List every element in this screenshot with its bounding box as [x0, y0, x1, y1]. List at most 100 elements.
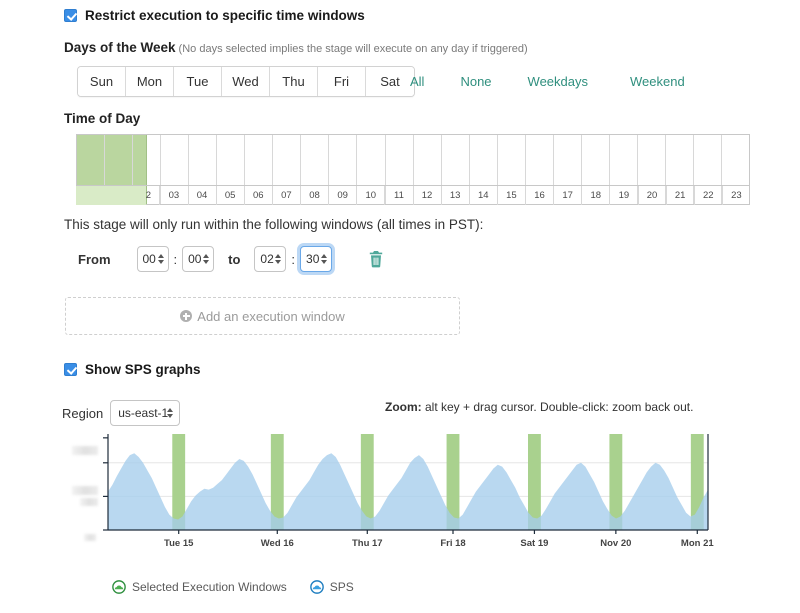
y-tick-label-2: [72, 486, 98, 495]
hour-cell-19[interactable]: [610, 135, 638, 204]
from-minute-value: 00: [188, 252, 201, 266]
y-tick-label-3: [80, 498, 98, 506]
hour-cell-23[interactable]: [722, 135, 749, 204]
hour-cell-12[interactable]: [414, 135, 442, 204]
y-tick-label-4: [84, 534, 96, 541]
hour-cell-02[interactable]: [133, 135, 161, 204]
quick-link-weekend[interactable]: Weekend: [630, 74, 685, 89]
to-minute-stepper[interactable]: 30: [300, 246, 332, 272]
from-hour-stepper[interactable]: 00: [137, 246, 169, 272]
chart-x-label-1: Wed 16: [261, 538, 294, 549]
region-select-arrows-icon[interactable]: [167, 408, 173, 418]
hour-cell-00[interactable]: [77, 135, 105, 204]
plus-circle-icon: [180, 310, 192, 322]
legend-item-sps[interactable]: SPS: [310, 580, 354, 594]
sps-chart-svg[interactable]: Tue 15 Wed 16 Thu 17 Fri 18 Sat 19 Nov 20 Mon …: [70, 430, 730, 555]
cloud-icon: [310, 580, 324, 594]
add-execution-window-label: Add an execution window: [197, 309, 344, 324]
hour-cell-06[interactable]: [245, 135, 273, 204]
from-colon: :: [174, 252, 178, 267]
hour-cell-09[interactable]: [329, 135, 357, 204]
hour-cell-18[interactable]: [582, 135, 610, 204]
day-button-sat[interactable]: Sat: [366, 67, 414, 96]
days-of-week-heading: Days of the Week(No days selected implie…: [64, 40, 528, 55]
days-of-week-button-group: Sun Mon Tue Wed Thu Fri Sat: [77, 66, 415, 97]
from-hour-spinner-arrows-icon[interactable]: [158, 254, 164, 264]
trash-icon[interactable]: [368, 250, 384, 268]
region-select-value: us-east-1: [118, 406, 168, 420]
day-button-wed[interactable]: Wed: [222, 67, 270, 96]
from-hour-value: 00: [143, 252, 156, 266]
hour-cell-04[interactable]: [189, 135, 217, 204]
hour-cell-07[interactable]: [273, 135, 301, 204]
from-minute-spinner-arrows-icon[interactable]: [203, 254, 209, 264]
hour-cell-03[interactable]: [161, 135, 189, 204]
chart-x-label-2: Thu 17: [352, 538, 383, 549]
time-of-day-heading: Time of Day: [64, 111, 140, 126]
sps-chart[interactable]: Tue 15 Wed 16 Thu 17 Fri 18 Sat 19 Nov 20 Mon …: [70, 430, 730, 555]
hour-cell-21[interactable]: [666, 135, 694, 204]
show-sps-graphs-checkbox[interactable]: [64, 363, 77, 376]
to-label: to: [228, 252, 240, 267]
restrict-execution-label: Restrict execution to specific time wind…: [85, 8, 365, 23]
hour-cell-15[interactable]: [498, 135, 526, 204]
region-select[interactable]: us-east-1: [110, 400, 180, 426]
hour-cell-08[interactable]: [301, 135, 329, 204]
region-label: Region: [62, 406, 103, 421]
time-of-day-title: Time of Day: [64, 111, 140, 126]
show-sps-graphs-row: Show SPS graphs: [64, 362, 201, 377]
chart-legend: Selected Execution Windows SPS: [112, 580, 354, 594]
day-button-mon[interactable]: Mon: [126, 67, 174, 96]
days-of-week-hint: (No days selected implies the stage will…: [179, 43, 528, 55]
to-minute-spinner-arrows-icon[interactable]: [321, 254, 327, 264]
to-colon: :: [291, 252, 295, 267]
hour-cell-10[interactable]: [357, 135, 385, 204]
from-label: From: [78, 252, 111, 267]
hour-cell-11[interactable]: [386, 135, 414, 204]
hour-cell-14[interactable]: [470, 135, 498, 204]
days-of-week-quick-links: All None Weekdays Weekend: [410, 74, 685, 89]
quick-link-none[interactable]: None: [460, 74, 491, 89]
legend-item-selected-execution-windows[interactable]: Selected Execution Windows: [112, 580, 287, 594]
hour-cell-22[interactable]: [694, 135, 722, 204]
time-of-day-grid[interactable]: [76, 134, 750, 205]
hour-cell-05[interactable]: [217, 135, 245, 204]
add-execution-window-button[interactable]: Add an execution window: [65, 297, 460, 335]
chart-x-label-5: Nov 20: [600, 538, 631, 549]
execution-window-row: From 00 : 00 to 02 : 30: [78, 246, 384, 272]
hour-cell-16[interactable]: [526, 135, 554, 204]
hour-cell-01[interactable]: [105, 135, 133, 204]
to-hour-spinner-arrows-icon[interactable]: [275, 254, 281, 264]
chart-x-tick-labels: Tue 15 Wed 16 Thu 17 Fri 18 Sat 19 Nov 20 Mon …: [164, 538, 714, 549]
hour-cell-20[interactable]: [638, 135, 666, 204]
day-button-thu[interactable]: Thu: [270, 67, 318, 96]
day-button-tue[interactable]: Tue: [174, 67, 222, 96]
legend-label-sps: SPS: [330, 580, 354, 594]
chart-x-label-4: Sat 19: [520, 538, 548, 549]
windows-description: This stage will only run within the foll…: [64, 217, 483, 232]
y-tick-label-1: [72, 446, 98, 455]
show-sps-graphs-label: Show SPS graphs: [85, 362, 201, 377]
days-of-week-title: Days of the Week: [64, 40, 176, 55]
to-minute-value: 30: [306, 252, 319, 266]
quick-link-all[interactable]: All: [410, 74, 424, 89]
hour-cell-13[interactable]: [442, 135, 470, 204]
chart-zoom-hint-bold: Zoom:: [385, 400, 422, 414]
restrict-execution-row: Restrict execution to specific time wind…: [64, 8, 365, 23]
hour-cell-17[interactable]: [554, 135, 582, 204]
from-minute-stepper[interactable]: 00: [182, 246, 214, 272]
day-button-sun[interactable]: Sun: [78, 67, 126, 96]
day-button-fri[interactable]: Fri: [318, 67, 366, 96]
cloud-icon: [112, 580, 126, 594]
to-hour-value: 02: [260, 252, 273, 266]
region-selector-row: Region us-east-1: [62, 400, 180, 426]
chart-zoom-hint-rest: alt key + drag cursor. Double-click: zoo…: [422, 400, 694, 414]
chart-x-label-0: Tue 15: [164, 538, 194, 549]
chart-x-label-3: Fri 18: [440, 538, 465, 549]
legend-label-selected-execution-windows: Selected Execution Windows: [132, 580, 287, 594]
chart-zoom-hint: Zoom: alt key + drag cursor. Double-clic…: [385, 400, 693, 414]
restrict-execution-checkbox[interactable]: [64, 9, 77, 22]
chart-x-label-6: Mon 21: [681, 538, 714, 549]
to-hour-stepper[interactable]: 02: [254, 246, 286, 272]
quick-link-weekdays[interactable]: Weekdays: [528, 74, 588, 89]
